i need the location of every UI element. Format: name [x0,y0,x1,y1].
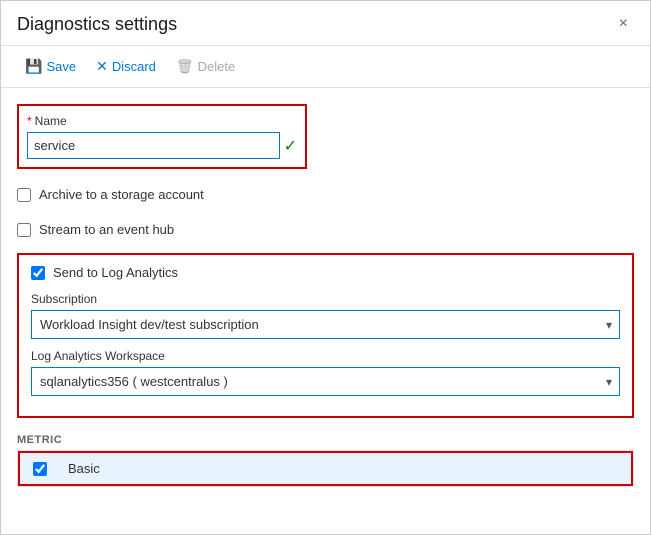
close-button[interactable]: × [613,13,634,35]
metric-basic-retention [511,461,631,477]
validation-check-icon: ✓ [284,136,297,156]
metric-basic-row: Basic [18,451,633,486]
event-hub-checkbox[interactable] [17,223,31,237]
save-button[interactable]: 💾 Save [17,54,84,79]
dialog-header: Diagnostics settings × [1,1,650,46]
archive-label[interactable]: Archive to a storage account [39,187,204,202]
subscription-label: Subscription [31,292,620,306]
discard-icon: ✕ [96,58,108,75]
event-hub-checkbox-row: Stream to an event hub [17,218,634,241]
save-icon: 💾 [25,58,42,75]
log-analytics-label[interactable]: Send to Log Analytics [53,265,178,280]
workspace-select[interactable]: sqlanalytics356 ( westcentralus ) [31,367,620,396]
workspace-label: Log Analytics Workspace [31,349,620,363]
metric-basic-check-cell [20,454,60,484]
required-marker: * [27,114,32,128]
toolbar: 💾 Save ✕ Discard 🗑 Delete [1,46,650,88]
name-input[interactable] [27,132,280,159]
name-field-label: * Name [27,114,297,128]
name-section: * Name ✓ [17,104,307,169]
workspace-dropdown-wrapper: sqlanalytics356 ( westcentralus ) ▾ [31,367,620,396]
dialog-title: Diagnostics settings [17,14,177,35]
archive-checkbox[interactable] [17,188,31,202]
discard-button[interactable]: ✕ Discard [88,54,164,79]
metric-table: Basic [17,450,634,487]
subscription-dropdown-wrapper: Workload Insight dev/test subscription ▾ [31,310,620,339]
subscription-select[interactable]: Workload Insight dev/test subscription [31,310,620,339]
content-area: * Name ✓ Archive to a storage account St… [1,88,650,534]
metric-section: METRIC Basic [17,434,634,487]
delete-icon: 🗑 [176,58,194,75]
metric-basic-label[interactable]: Basic [68,461,100,476]
log-analytics-section: Send to Log Analytics Subscription Workl… [17,253,634,418]
name-input-wrapper: ✓ [27,132,297,159]
metric-basic-checkbox[interactable] [33,462,47,476]
save-label: Save [46,59,76,74]
delete-button[interactable]: 🗑 Delete [168,54,243,79]
diagnostics-dialog: Diagnostics settings × 💾 Save ✕ Discard … [0,0,651,535]
archive-checkbox-row: Archive to a storage account [17,183,634,206]
metric-section-label: METRIC [17,434,634,446]
metric-basic-name: Basic [60,453,511,484]
discard-label: Discard [112,59,156,74]
name-label: Name [35,114,67,128]
event-hub-label[interactable]: Stream to an event hub [39,222,174,237]
workspace-field: Log Analytics Workspace sqlanalytics356 … [31,349,620,396]
log-analytics-checkbox[interactable] [31,266,45,280]
subscription-field: Subscription Workload Insight dev/test s… [31,292,620,339]
delete-label: Delete [198,59,236,74]
log-analytics-header: Send to Log Analytics [31,265,620,280]
